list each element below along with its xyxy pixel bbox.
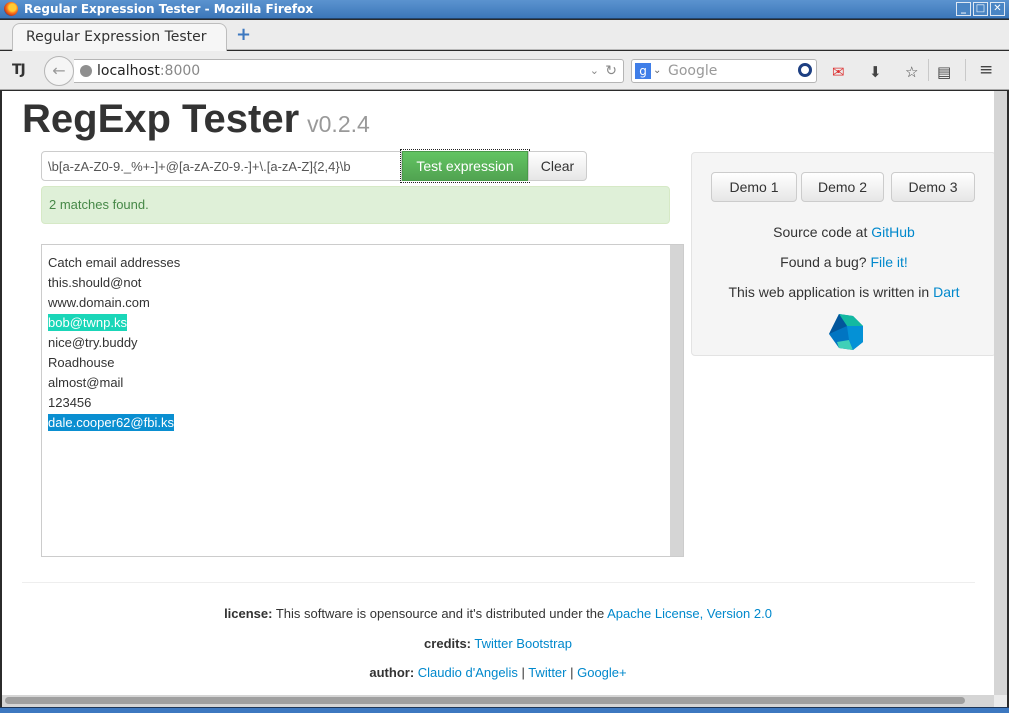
test-text-lines: Catch email addresses this.should@not ww…: [48, 253, 180, 433]
text-line: this.should@not: [48, 273, 180, 293]
google-engine-icon[interactable]: g: [635, 63, 651, 79]
twitter-link[interactable]: Twitter: [528, 665, 566, 680]
line-text: almost@mail: [48, 375, 124, 390]
footer-divider: [22, 582, 975, 583]
separator: |: [566, 665, 578, 680]
new-tab-button[interactable]: +: [236, 26, 251, 44]
reading-list-icon[interactable]: ▤: [937, 63, 951, 81]
twitter-bootstrap-link[interactable]: Twitter Bootstrap: [474, 636, 572, 651]
footer-license: license: This software is opensource and…: [2, 606, 994, 621]
toolbar-separator: [928, 59, 929, 81]
navigation-toolbar: TJ ← localhost:8000 ⌄ ↻ g ⌄ Google ✉ ⬇ ☆…: [0, 51, 1009, 90]
line-text: Roadhouse: [48, 355, 115, 370]
bug-report-line: Found a bug? File it!: [692, 254, 994, 270]
minimize-button[interactable]: _: [956, 2, 971, 16]
separator: |: [517, 665, 529, 680]
page-horizontal-scrollbar[interactable]: [2, 695, 994, 707]
match-status-alert: 2 matches found.: [41, 186, 670, 224]
license-text: This software is opensource and it's dis…: [272, 606, 608, 621]
text-line: almost@mail: [48, 373, 180, 393]
test-text-area[interactable]: Catch email addresses this.should@not ww…: [41, 244, 684, 557]
close-button[interactable]: ✕: [990, 2, 1005, 16]
text-line: bob@twnp.ks: [48, 313, 180, 333]
highlighted-match: dale.cooper62@fbi.ks: [48, 414, 174, 431]
search-icon[interactable]: [798, 63, 812, 77]
author-label: author:: [369, 665, 415, 680]
sidebar-panel: Demo 1 Demo 2 Demo 3 Source code at GitH…: [691, 152, 994, 356]
url-text: localhost:8000: [97, 60, 200, 82]
version-label: v0.2.4: [307, 111, 370, 137]
maximize-button[interactable]: □: [973, 2, 988, 16]
license-label: license:: [224, 606, 273, 621]
text-line: 123456: [48, 393, 180, 413]
bookmark-star-icon[interactable]: ☆: [905, 63, 918, 81]
dart-link[interactable]: Dart: [933, 284, 959, 300]
search-placeholder: Google: [668, 63, 718, 79]
demo-3-button[interactable]: Demo 3: [891, 172, 975, 202]
line-text: www.domain.com: [48, 295, 150, 310]
toolbar-separator: [965, 59, 966, 81]
test-expression-button[interactable]: Test expression: [400, 149, 530, 183]
text-line: Roadhouse: [48, 353, 180, 373]
tab-label: Regular Expression Tester: [26, 29, 207, 45]
line-text: this.should@not: [48, 275, 142, 290]
browser-tab[interactable]: Regular Expression Tester: [12, 23, 227, 51]
window-bottom-border: [0, 707, 1009, 713]
source-code-line: Source code at GitHub: [692, 224, 994, 240]
page-vertical-scrollbar[interactable]: [994, 91, 1007, 695]
file-bug-link[interactable]: File it!: [870, 254, 907, 270]
url-port: :8000: [159, 63, 201, 79]
author-link[interactable]: Claudio d'Angelis: [418, 665, 518, 680]
search-bar[interactable]: g ⌄ Google: [631, 59, 817, 83]
globe-icon: [80, 65, 92, 77]
text-line: Catch email addresses: [48, 253, 180, 273]
window-title: Regular Expression Tester - Mozilla Fire…: [24, 2, 314, 16]
window-controls: _ □ ✕: [956, 2, 1005, 16]
tab-strip: Regular Expression Tester +: [0, 20, 1009, 51]
menu-icon[interactable]: ≡: [979, 60, 993, 80]
tj-addon-icon[interactable]: TJ: [12, 62, 26, 78]
scrollbar-thumb[interactable]: [5, 697, 965, 704]
app-name: RegExp Tester: [22, 97, 300, 141]
bug-prefix: Found a bug?: [780, 254, 871, 270]
line-text: 123456: [48, 395, 92, 410]
url-dropdown-icon[interactable]: ⌄: [590, 60, 599, 82]
page-title: RegExp Tester v0.2.4: [22, 97, 370, 142]
text-line: dale.cooper62@fbi.ks: [48, 413, 180, 433]
highlighted-match: bob@twnp.ks: [48, 314, 127, 331]
download-icon[interactable]: ⬇: [869, 63, 882, 81]
back-arrow-icon: ←: [52, 61, 66, 80]
googleplus-link[interactable]: Google+: [577, 665, 627, 680]
window-titlebar: Regular Expression Tester - Mozilla Fire…: [0, 0, 1009, 19]
textarea-scrollbar[interactable]: [670, 245, 683, 556]
regex-input[interactable]: [41, 151, 402, 181]
text-line: nice@try.buddy: [48, 333, 180, 353]
back-button[interactable]: ←: [44, 56, 74, 86]
line-text: nice@try.buddy: [48, 335, 138, 350]
apache-license-link[interactable]: Apache License, Version 2.0: [607, 606, 772, 621]
clear-button[interactable]: Clear: [528, 151, 587, 181]
page-viewport: RegExp Tester v0.2.4 Test expression Clea…: [2, 91, 994, 695]
search-engine-dropdown-icon[interactable]: ⌄: [653, 60, 661, 82]
dart-logo-icon: [829, 314, 863, 350]
credits-label: credits:: [424, 636, 472, 651]
scrollbar-corner: [994, 695, 1007, 707]
dart-prefix: This web application is written in: [728, 284, 934, 300]
reload-icon[interactable]: ↻: [605, 60, 617, 82]
written-in-line: This web application is written in Dart: [692, 284, 994, 300]
demo-1-button[interactable]: Demo 1: [711, 172, 797, 202]
url-host: localhost: [97, 63, 160, 79]
footer-author: author: Claudio d'Angelis | Twitter | Go…: [2, 665, 994, 680]
pocket-icon[interactable]: ✉: [832, 63, 845, 81]
text-line: www.domain.com: [48, 293, 180, 313]
line-text: Catch email addresses: [48, 255, 181, 270]
demo-2-button[interactable]: Demo 2: [801, 172, 884, 202]
source-prefix: Source code at: [773, 224, 872, 240]
match-status-text: 2 matches found.: [49, 197, 149, 212]
github-link[interactable]: GitHub: [871, 224, 915, 240]
url-bar[interactable]: localhost:8000 ⌄ ↻: [74, 59, 624, 83]
footer-credits: credits: Twitter Bootstrap: [2, 636, 994, 651]
firefox-logo-icon: [4, 2, 18, 16]
